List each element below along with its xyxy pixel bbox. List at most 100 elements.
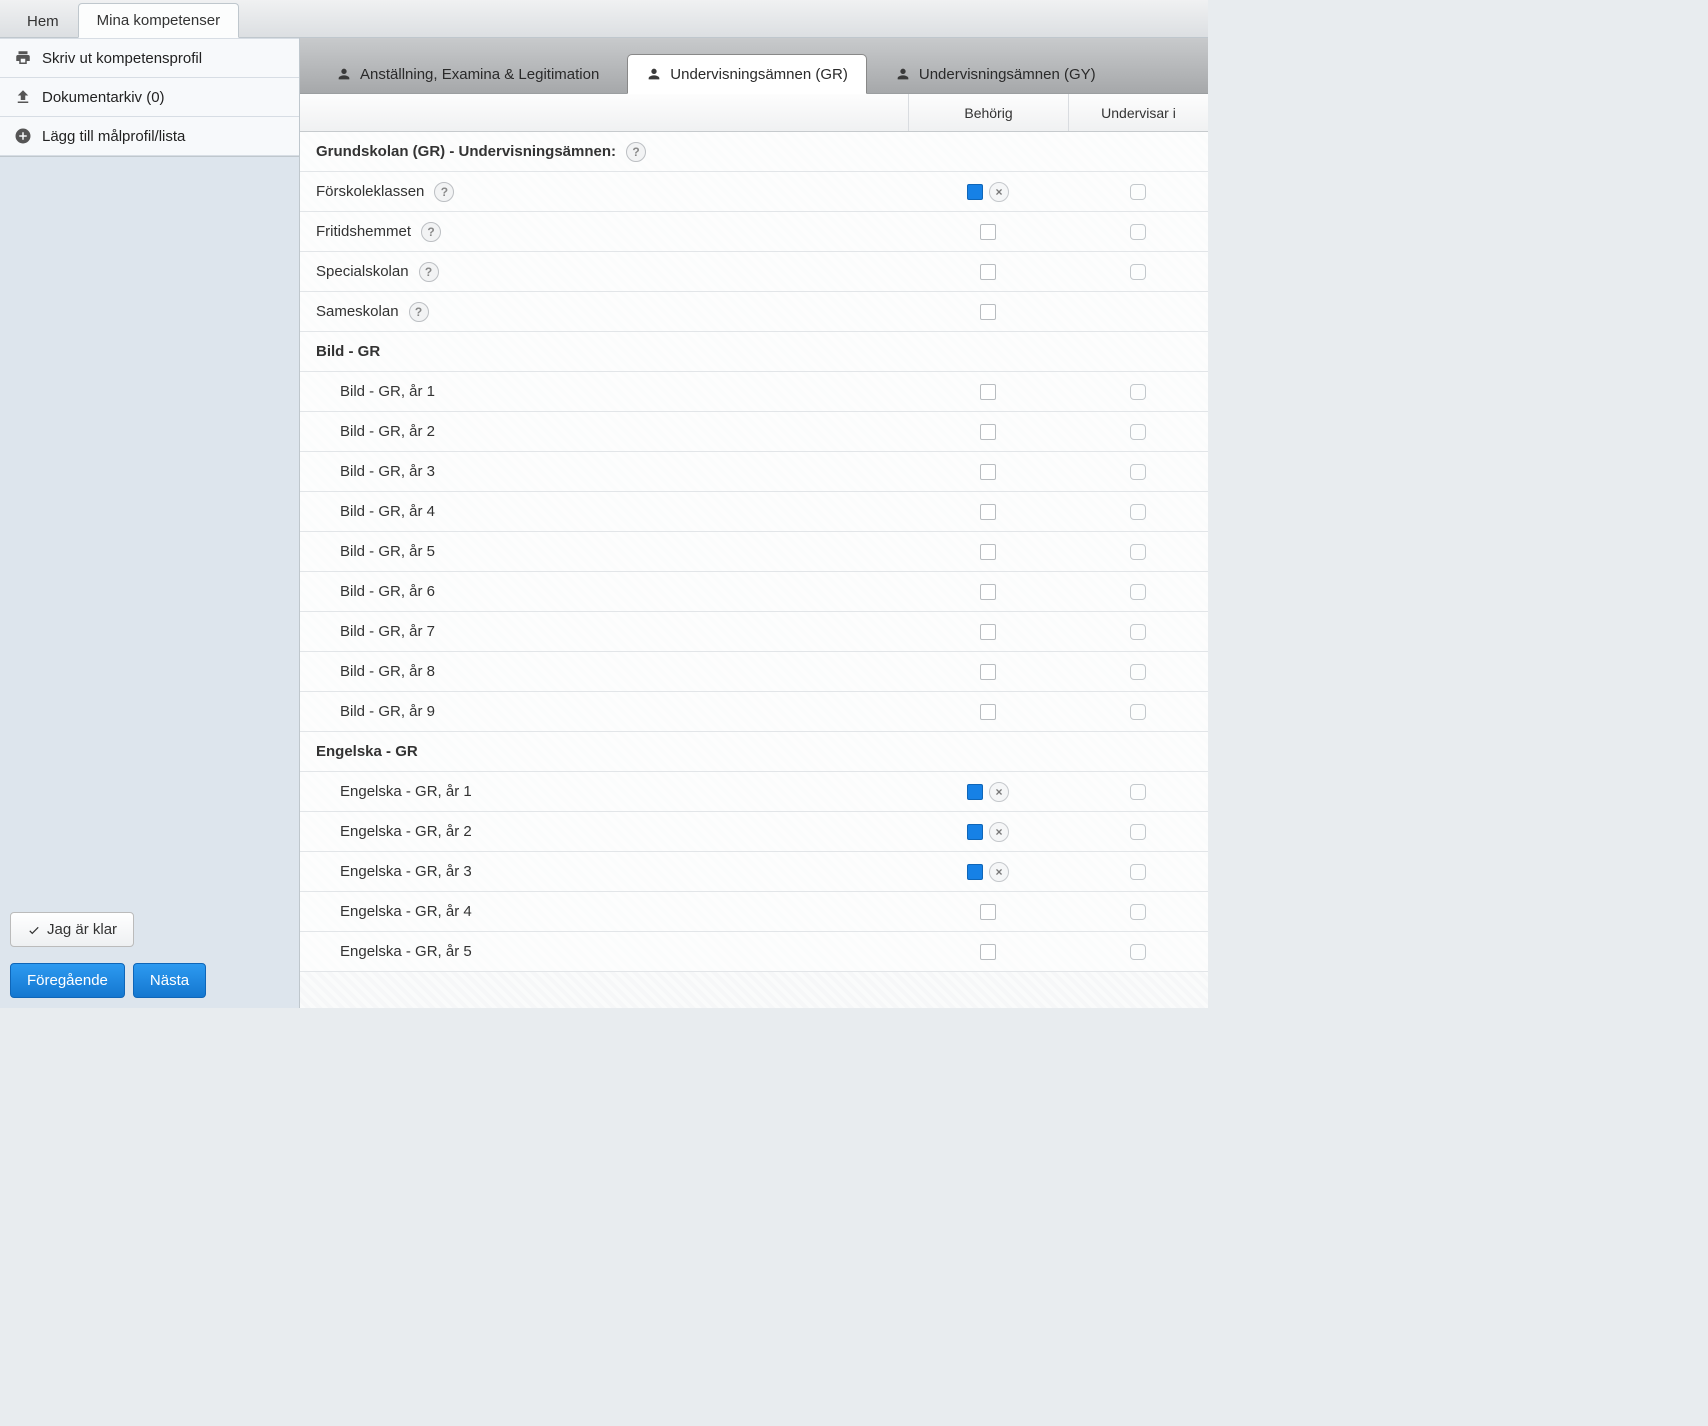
tab-subjects-gr[interactable]: Undervisningsämnen (GR): [627, 54, 867, 94]
undervisar-checkbox[interactable]: [1130, 664, 1146, 680]
sidebar-item-archive[interactable]: Dokumentarkiv (0): [0, 78, 299, 117]
undervisar-checkbox[interactable]: [1130, 704, 1146, 720]
sidebar-item-add-profile[interactable]: Lägg till målprofil/lista: [0, 117, 299, 156]
row-label-cell: Bild - GR, år 8: [300, 663, 908, 680]
row-label-cell: Bild - GR, år 9: [300, 703, 908, 720]
remove-icon[interactable]: ×: [989, 862, 1009, 882]
undervisar-checkbox[interactable]: [1130, 944, 1146, 960]
undervisar-checkbox[interactable]: [1130, 864, 1146, 880]
tab-employment[interactable]: Anställning, Examina & Legitimation: [318, 55, 617, 93]
behorig-cell: ×: [908, 782, 1068, 802]
check-icon: [27, 923, 41, 937]
help-icon[interactable]: ?: [409, 302, 429, 322]
sidebar-menu: Skriv ut kompetensprofil Dokumentarkiv (…: [0, 38, 299, 157]
remove-icon[interactable]: ×: [989, 782, 1009, 802]
undervisar-checkbox[interactable]: [1130, 384, 1146, 400]
behorig-cell: ×: [908, 862, 1068, 882]
undervisar-cell: [1068, 864, 1208, 880]
done-button[interactable]: Jag är klar: [10, 912, 134, 947]
table-row: Sameskolan?: [300, 292, 1208, 332]
undervisar-checkbox[interactable]: [1130, 464, 1146, 480]
table-row: Bild - GR, år 1: [300, 372, 1208, 412]
row-label: Engelska - GR, år 1: [340, 783, 472, 800]
behorig-checkbox[interactable]: [967, 864, 983, 880]
undervisar-checkbox[interactable]: [1130, 184, 1146, 200]
behorig-cell: [908, 624, 1068, 640]
behorig-cell: ×: [908, 822, 1068, 842]
row-label: Bild - GR, år 2: [340, 423, 435, 440]
table-row: Engelska - GR, år 3×: [300, 852, 1208, 892]
behorig-cell: [908, 464, 1068, 480]
tab-competences[interactable]: Mina kompetenser: [78, 3, 239, 38]
table-row: Engelska - GR: [300, 732, 1208, 772]
table-row: Engelska - GR, år 4: [300, 892, 1208, 932]
behorig-checkbox[interactable]: [980, 304, 996, 320]
tab-home[interactable]: Hem: [8, 4, 78, 38]
behorig-checkbox[interactable]: [980, 224, 996, 240]
behorig-cell: [908, 224, 1068, 240]
row-label-cell: Bild - GR, år 6: [300, 583, 908, 600]
help-icon[interactable]: ?: [626, 142, 646, 162]
behorig-cell: [908, 384, 1068, 400]
undervisar-cell: [1068, 904, 1208, 920]
row-label: Engelska - GR, år 2: [340, 823, 472, 840]
tab-subjects-gy[interactable]: Undervisningsämnen (GY): [877, 55, 1114, 93]
behorig-checkbox[interactable]: [980, 264, 996, 280]
remove-icon[interactable]: ×: [989, 822, 1009, 842]
undervisar-checkbox[interactable]: [1130, 624, 1146, 640]
behorig-checkbox[interactable]: [967, 784, 983, 800]
undervisar-checkbox[interactable]: [1130, 904, 1146, 920]
behorig-cell: [908, 664, 1068, 680]
behorig-checkbox[interactable]: [980, 704, 996, 720]
row-label: Engelska - GR, år 4: [340, 903, 472, 920]
row-label-cell: Bild - GR, år 4: [300, 503, 908, 520]
table-row: Specialskolan?: [300, 252, 1208, 292]
behorig-checkbox[interactable]: [980, 584, 996, 600]
help-icon[interactable]: ?: [419, 262, 439, 282]
undervisar-checkbox[interactable]: [1130, 584, 1146, 600]
help-icon[interactable]: ?: [421, 222, 441, 242]
undervisar-checkbox[interactable]: [1130, 544, 1146, 560]
behorig-checkbox[interactable]: [980, 384, 996, 400]
undervisar-cell: [1068, 184, 1208, 200]
behorig-checkbox[interactable]: [980, 424, 996, 440]
undervisar-checkbox[interactable]: [1130, 424, 1146, 440]
undervisar-cell: [1068, 264, 1208, 280]
row-label: Bild - GR, år 6: [340, 583, 435, 600]
behorig-checkbox[interactable]: [980, 624, 996, 640]
undervisar-cell: [1068, 784, 1208, 800]
sidebar-item-print[interactable]: Skriv ut kompetensprofil: [0, 38, 299, 78]
row-label: Bild - GR, år 8: [340, 663, 435, 680]
row-label-cell: Bild - GR, år 7: [300, 623, 908, 640]
undervisar-checkbox[interactable]: [1130, 824, 1146, 840]
row-label-cell: Fritidshemmet?: [300, 222, 908, 242]
tab-label: Anställning, Examina & Legitimation: [360, 66, 599, 83]
undervisar-checkbox[interactable]: [1130, 224, 1146, 240]
behorig-checkbox[interactable]: [980, 664, 996, 680]
behorig-checkbox[interactable]: [967, 824, 983, 840]
undervisar-checkbox[interactable]: [1130, 264, 1146, 280]
behorig-checkbox[interactable]: [980, 944, 996, 960]
row-label: Sameskolan: [316, 303, 399, 320]
behorig-checkbox[interactable]: [980, 504, 996, 520]
remove-icon[interactable]: ×: [989, 182, 1009, 202]
behorig-checkbox[interactable]: [967, 184, 983, 200]
next-button[interactable]: Nästa: [133, 963, 206, 998]
prev-button[interactable]: Föregående: [10, 963, 125, 998]
behorig-checkbox[interactable]: [980, 904, 996, 920]
person-icon: [895, 65, 911, 83]
row-label: Bild - GR: [316, 343, 380, 360]
row-label-cell: Bild - GR, år 2: [300, 423, 908, 440]
behorig-checkbox[interactable]: [980, 464, 996, 480]
behorig-checkbox[interactable]: [980, 544, 996, 560]
rows-container[interactable]: Grundskolan (GR) - Undervisningsämnen:?F…: [300, 132, 1208, 1008]
table-row: Fritidshemmet?: [300, 212, 1208, 252]
table-row: Bild - GR: [300, 332, 1208, 372]
help-icon[interactable]: ?: [434, 182, 454, 202]
undervisar-checkbox[interactable]: [1130, 784, 1146, 800]
row-label: Fritidshemmet: [316, 223, 411, 240]
table-row: Bild - GR, år 2: [300, 412, 1208, 452]
row-label: Förskoleklassen: [316, 183, 424, 200]
undervisar-checkbox[interactable]: [1130, 504, 1146, 520]
row-label-cell: Sameskolan?: [300, 302, 908, 322]
